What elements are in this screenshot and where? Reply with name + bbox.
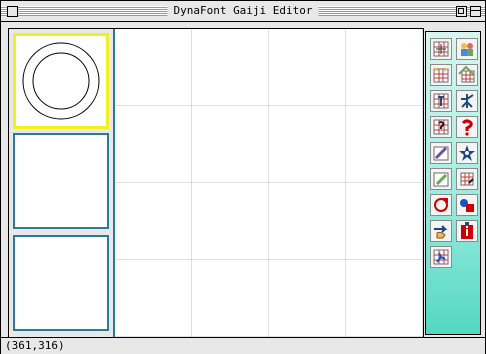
status-bar: (361,316)	[1, 337, 485, 354]
info-icon-graphic	[461, 222, 473, 239]
people-swap-icon-graphic	[461, 43, 473, 56]
glyph-slot-2[interactable]	[13, 133, 109, 229]
rotate-icon-graphic	[434, 198, 448, 212]
star-icon[interactable]	[456, 142, 478, 164]
grid-edit-icon[interactable]	[456, 168, 478, 190]
zoom-box[interactable]	[456, 6, 467, 17]
grid-arrow-icon[interactable]	[456, 64, 478, 86]
grid-question-icon-graphic	[433, 119, 449, 135]
glyph-edit-canvas[interactable]	[113, 29, 423, 337]
pen-icon[interactable]	[430, 142, 452, 164]
kanji-icon-graphic	[461, 94, 474, 108]
pencil-icon[interactable]	[430, 168, 452, 190]
grid-add-icon[interactable]	[430, 38, 452, 60]
glyph-slot-3[interactable]	[13, 235, 109, 331]
app-window: DynaFont Gaiji Editor (361,316)	[0, 0, 486, 354]
exit-icon-graphic	[433, 249, 449, 265]
people-swap-icon[interactable]	[456, 38, 478, 60]
hand-arrow-icon-graphic	[434, 225, 448, 239]
tool-palette	[425, 31, 481, 335]
grid-question-icon[interactable]	[430, 116, 452, 138]
hand-arrow-icon[interactable]	[430, 220, 452, 242]
question-icon-graphic	[461, 119, 473, 136]
grid-edit-icon-graphic	[460, 172, 474, 186]
grid-sparkle-icon[interactable]	[430, 64, 452, 86]
double-circle-glyph	[22, 42, 100, 120]
grid-arrow-icon-graphic	[458, 65, 475, 83]
window-title: DynaFont Gaiji Editor	[167, 3, 319, 19]
shapes-icon[interactable]	[456, 194, 478, 216]
pencil-icon-graphic	[433, 172, 449, 187]
title-bar[interactable]: DynaFont Gaiji Editor	[1, 1, 485, 22]
shapes-icon-graphic	[460, 199, 474, 212]
cursor-position: (361,316)	[5, 339, 65, 352]
pen-icon-graphic	[433, 146, 449, 161]
grid-text-icon[interactable]	[430, 90, 452, 112]
question-icon[interactable]	[456, 116, 478, 138]
kanji-icon[interactable]	[456, 90, 478, 112]
collapse-box[interactable]	[470, 6, 481, 17]
grid-add-icon-graphic	[433, 41, 449, 57]
close-box[interactable]	[7, 6, 18, 17]
glyph-slot-1[interactable]	[13, 33, 109, 129]
grid-sparkle-icon-graphic	[433, 67, 449, 83]
info-icon[interactable]	[456, 220, 478, 242]
star-icon-graphic	[459, 145, 475, 161]
exit-icon[interactable]	[430, 246, 452, 268]
main-content	[8, 28, 424, 338]
glyph-slot-list	[9, 29, 113, 337]
grid-text-icon-graphic	[433, 93, 449, 109]
rotate-icon[interactable]	[430, 194, 452, 216]
